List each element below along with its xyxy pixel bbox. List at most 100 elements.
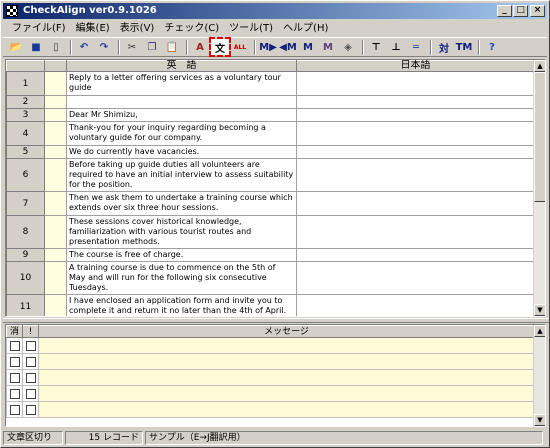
english-cell[interactable]: The course is free of charge.: [66, 248, 297, 262]
undo-icon[interactable]: ↶: [75, 39, 93, 55]
message-row[interactable]: [6, 369, 535, 386]
row-number[interactable]: 7: [6, 191, 45, 216]
delete-checkbox[interactable]: [9, 388, 20, 399]
mark-icon[interactable]: M: [299, 39, 317, 55]
japanese-cell[interactable]: [296, 145, 535, 159]
menu-tools[interactable]: ツール(T): [224, 22, 278, 36]
flag-checkbox[interactable]: [25, 356, 36, 367]
menu-view[interactable]: 表示(V): [115, 22, 160, 36]
row-number[interactable]: 6: [6, 158, 45, 192]
row-number[interactable]: 4: [6, 121, 45, 146]
english-cell[interactable]: We do currently have vacancies.: [66, 145, 297, 159]
row-flag-cell[interactable]: [44, 294, 67, 316]
next-mark-icon[interactable]: M▶: [259, 39, 277, 55]
help-icon[interactable]: ?: [483, 39, 501, 55]
flag-checkbox-cell[interactable]: [22, 385, 39, 402]
delete-checkbox-cell[interactable]: [6, 401, 23, 418]
message-row[interactable]: [6, 385, 535, 402]
row-flag-cell[interactable]: [44, 145, 67, 159]
message-row[interactable]: [6, 401, 535, 418]
flag-checkbox[interactable]: [25, 388, 36, 399]
flag-checkbox-cell[interactable]: [22, 401, 39, 418]
english-cell[interactable]: Then we ask them to undertake a training…: [66, 191, 297, 216]
maximize-button[interactable]: □: [513, 5, 528, 17]
pair-icon[interactable]: 対: [435, 39, 453, 55]
table-row[interactable]: 7 Then we ask them to undertake a trainin…: [6, 191, 535, 216]
kanji-check-icon[interactable]: 文: [209, 37, 231, 57]
row-flag-cell[interactable]: [44, 248, 67, 262]
insert-row-icon[interactable]: ⊤: [367, 39, 385, 55]
table-row[interactable]: 5 We do currently have vacancies.: [6, 145, 535, 159]
row-flag-cell[interactable]: [44, 71, 67, 96]
table-row[interactable]: 2: [6, 95, 535, 109]
row-flag-cell[interactable]: [44, 215, 67, 249]
flag-checkbox[interactable]: [25, 372, 36, 383]
row-number[interactable]: 9: [6, 248, 45, 262]
english-cell[interactable]: Reply to a letter offering services as a…: [66, 71, 297, 96]
row-flag-cell[interactable]: [44, 158, 67, 192]
table-row[interactable]: 11 I have enclosed an application form an…: [6, 294, 535, 316]
japanese-cell[interactable]: [296, 108, 535, 122]
row-number[interactable]: 11: [6, 294, 45, 316]
scroll-down-button[interactable]: ▼: [534, 304, 545, 316]
english-cell[interactable]: I have enclosed an application form and …: [66, 294, 297, 316]
row-number[interactable]: 2: [6, 95, 45, 109]
table-row[interactable]: 8 These sessions cover historical knowled…: [6, 215, 535, 249]
english-cell[interactable]: Dear Mr Shimizu,: [66, 108, 297, 122]
flag-checkbox[interactable]: [25, 340, 36, 351]
japanese-cell[interactable]: [296, 95, 535, 109]
english-cell[interactable]: A training course is due to commence on …: [66, 261, 297, 295]
row-number[interactable]: 8: [6, 215, 45, 249]
eraser-icon[interactable]: ◈: [339, 39, 357, 55]
menu-file[interactable]: ファイル(F): [7, 22, 71, 36]
english-column-header[interactable]: 英 語: [66, 60, 297, 72]
prev-mark-icon[interactable]: ◀M: [279, 39, 297, 55]
table-row[interactable]: 10 A training course is due to commence o…: [6, 261, 535, 295]
delete-checkbox-cell[interactable]: [6, 385, 23, 402]
delete-checkbox[interactable]: [9, 372, 20, 383]
english-cell[interactable]: Thank-you for your inquiry regarding bec…: [66, 121, 297, 146]
japanese-cell[interactable]: [296, 191, 535, 216]
scroll-up-button[interactable]: ▲: [534, 60, 545, 72]
message-scroll-up-button[interactable]: ▲: [534, 325, 545, 337]
pair-list-icon[interactable]: TM: [455, 39, 473, 55]
japanese-cell[interactable]: [296, 158, 535, 192]
row-number[interactable]: 3: [6, 108, 45, 122]
japanese-cell[interactable]: [296, 71, 535, 96]
cut-icon[interactable]: ✂: [123, 39, 141, 55]
message-vertical-scrollbar[interactable]: ▲ ▼: [533, 325, 545, 426]
row-number[interactable]: 1: [6, 71, 45, 96]
row-number[interactable]: 5: [6, 145, 45, 159]
check-all-icon[interactable]: ALL: [231, 39, 249, 55]
english-cell[interactable]: These sessions cover historical knowledg…: [66, 215, 297, 249]
row-flag-cell[interactable]: [44, 95, 67, 109]
new-document-icon[interactable]: ▯: [47, 39, 65, 55]
japanese-cell[interactable]: [296, 248, 535, 262]
message-row[interactable]: [6, 337, 535, 354]
grid-vertical-scrollbar[interactable]: ▲ ▼: [533, 60, 545, 316]
english-cell[interactable]: Before taking up guide duties all volunt…: [66, 158, 297, 192]
flag-checkbox-cell[interactable]: [22, 337, 39, 354]
message-scroll-down-button[interactable]: ▼: [534, 414, 545, 426]
table-row[interactable]: 6 Before taking up guide duties all volun…: [6, 158, 535, 192]
menu-help[interactable]: ヘルプ(H): [278, 22, 333, 36]
japanese-cell[interactable]: [296, 294, 535, 316]
delete-row-icon[interactable]: ═: [407, 39, 425, 55]
row-number[interactable]: 10: [6, 261, 45, 295]
flag-checkbox-cell[interactable]: [22, 353, 39, 370]
delete-checkbox[interactable]: [9, 356, 20, 367]
row-flag-cell[interactable]: [44, 191, 67, 216]
table-row[interactable]: 1 Reply to a letter offering services as …: [6, 71, 535, 96]
scroll-thumb[interactable]: [534, 72, 545, 202]
paste-icon[interactable]: 📋: [163, 39, 181, 55]
delete-checkbox[interactable]: [9, 340, 20, 351]
save-icon[interactable]: ■: [27, 39, 45, 55]
unmark-icon[interactable]: M: [319, 39, 337, 55]
english-cell[interactable]: [66, 95, 297, 109]
open-folder-icon[interactable]: 📂: [7, 39, 25, 55]
row-flag-cell[interactable]: [44, 121, 67, 146]
spell-check-icon[interactable]: A: [191, 39, 209, 55]
japanese-column-header[interactable]: 日本語: [296, 60, 535, 72]
pane-splitter[interactable]: [3, 318, 549, 323]
japanese-cell[interactable]: [296, 121, 535, 146]
